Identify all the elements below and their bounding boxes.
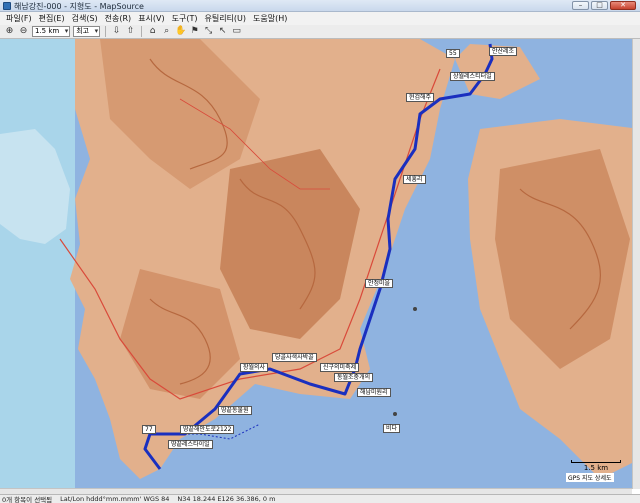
hand-tool-icon[interactable]: ✋: [175, 26, 186, 37]
map-canvas: [0, 39, 640, 489]
vertical-scrollbar[interactable]: [632, 39, 640, 489]
map-label-waypoint[interactable]: 신구의미축제: [320, 363, 360, 372]
scale-text: 1.5 km: [583, 464, 609, 472]
zoom-out-icon[interactable]: ⊖: [18, 26, 29, 37]
map-label-waypoint[interactable]: 현검해주: [406, 93, 435, 102]
toolbar-separator: [105, 26, 107, 37]
scale-bar: [571, 460, 621, 463]
island-marker: [393, 412, 397, 416]
map-label-waypoint[interactable]: 상월레스티터일: [450, 72, 495, 81]
selection-status: 0개 항목이 선택됨: [2, 496, 53, 503]
window-title: 해남강진-000 - 지형도 - MapSource: [14, 2, 144, 11]
map-label-waypoint[interactable]: 세흥리: [403, 175, 426, 184]
menu-bar: 파일(F) 편집(E) 검색(S) 전송(R) 표시(V) 도구(T) 유틸리티…: [0, 12, 640, 25]
coordinate-format: Lat/Lon hddd°mm.mmm' WGS 84: [60, 495, 170, 503]
map-view[interactable]: 55 안산레조 상월레스티터일 현검해주 세흥리 안정미을 신구의미축제 동월조…: [0, 39, 640, 489]
receive-from-device-icon[interactable]: ⇩: [111, 26, 122, 37]
zoom-level-select[interactable]: 1.5 km: [32, 26, 71, 37]
map-label-road-number[interactable]: 55: [446, 49, 460, 58]
map-label-waypoint[interactable]: 땅끝해안도로2122: [180, 425, 235, 434]
menu-search[interactable]: 검색(S): [72, 13, 98, 24]
island-marker: [413, 307, 417, 311]
menu-tools[interactable]: 도구(T): [172, 13, 198, 24]
map-label-waypoint[interactable]: 동월조중개의: [334, 373, 374, 382]
map-label-place[interactable]: 비다: [383, 424, 401, 433]
toolbar: ⊕ ⊖ 1.5 km 최고 ⇩ ⇧ ⌂ ⌕ ✋ ⚑ ⤡ ↖ ▭: [0, 25, 640, 39]
map-label-waypoint[interactable]: 해남미원리: [357, 388, 391, 397]
close-button[interactable]: ✕: [610, 1, 636, 10]
menu-view[interactable]: 표시(V): [138, 13, 164, 24]
map-label-waypoint[interactable]: 땅끝동물원: [218, 406, 252, 415]
map-tool-icon[interactable]: ⌂: [147, 26, 158, 37]
zoom-tool-icon[interactable]: ⌕: [161, 26, 172, 37]
map-label-waypoint[interactable]: 당골사색사박골: [272, 353, 317, 362]
menu-utilities[interactable]: 유틸리티(U): [204, 13, 246, 24]
map-scale: 1.5 km: [571, 460, 621, 472]
minimize-button[interactable]: –: [572, 1, 589, 10]
map-label-waypoint[interactable]: 안산레조: [489, 47, 518, 56]
window-controls: – □ ✕: [572, 1, 636, 10]
title-bar: 해남강진-000 - 지형도 - MapSource – □ ✕: [0, 0, 640, 12]
menu-file[interactable]: 파일(F): [6, 13, 32, 24]
route-tool-icon[interactable]: ⤡: [203, 26, 214, 37]
send-to-device-icon[interactable]: ⇧: [125, 26, 136, 37]
toolbar-separator: [141, 26, 143, 37]
waypoint-tool-icon[interactable]: ⚑: [189, 26, 200, 37]
coastal-shallows: [0, 39, 75, 489]
cursor-coordinates: N34 18.244 E126 36.386, 0 m: [177, 495, 276, 503]
map-label-waypoint[interactable]: 장월의사: [240, 363, 269, 372]
selection-tool-icon[interactable]: ↖: [217, 26, 228, 37]
zoom-in-icon[interactable]: ⊕: [4, 26, 15, 37]
map-label-road-number[interactable]: 77: [142, 425, 156, 434]
map-detail-note: GPS 지도 상세도: [566, 473, 614, 482]
status-bar: 0개 항목이 선택됨 Lat/Lon hddd°mm.mmm' WGS 84 N…: [0, 494, 640, 503]
app-icon: [3, 2, 11, 10]
map-label-waypoint[interactable]: 땅끝레스타이일: [168, 440, 213, 449]
menu-help[interactable]: 도움말(H): [253, 13, 287, 24]
detail-level-select[interactable]: 최고: [73, 26, 101, 37]
menu-edit[interactable]: 편집(E): [39, 13, 65, 24]
maximize-button[interactable]: □: [591, 1, 608, 10]
menu-transfer[interactable]: 전송(R): [105, 13, 132, 24]
map-label-waypoint[interactable]: 안정미을: [365, 279, 394, 288]
measure-tool-icon[interactable]: ▭: [231, 26, 242, 37]
